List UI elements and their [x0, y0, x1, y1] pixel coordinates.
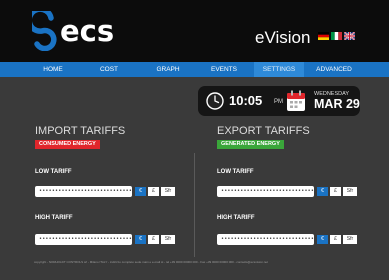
calendar-icon	[287, 90, 305, 111]
ecs-logo: ecs	[32, 11, 114, 51]
nav-advanced[interactable]: ADVANCED	[308, 62, 360, 77]
nav-graph[interactable]: GRAPH	[144, 62, 192, 77]
export-low-sfr-button[interactable]: Sfr	[343, 187, 357, 196]
import-low-tariff-label: LOW TARIFF	[35, 169, 72, 175]
export-low-pound-button[interactable]: £	[330, 187, 341, 196]
generated-energy-badge: GENERATED ENERGY	[217, 140, 284, 149]
import-high-pound-button[interactable]: £	[148, 235, 159, 244]
import-low-euro-button[interactable]: €	[135, 187, 146, 196]
clock-icon	[206, 92, 224, 110]
export-high-tariff-label: HIGH TARIFF	[217, 215, 255, 221]
product-name: eVision	[255, 28, 311, 47]
nav-settings[interactable]: SETTINGS	[254, 62, 304, 77]
language-selector	[318, 32, 355, 40]
import-high-sfr-button[interactable]: Sfr	[161, 235, 175, 244]
italian-flag-icon[interactable]	[331, 32, 342, 40]
british-flag-icon[interactable]	[344, 32, 355, 40]
import-high-euro-button[interactable]: €	[135, 235, 146, 244]
date-display: MAR 29	[314, 97, 360, 111]
export-tariffs-title: EXPORT TARIFFS	[217, 125, 310, 137]
export-high-pound-button[interactable]: £	[330, 235, 341, 244]
import-low-pound-button[interactable]: £	[148, 187, 159, 196]
logo-text: ecs	[60, 14, 115, 48]
import-low-tariff-input[interactable]: ••••••••••••••••••••••••••••••••	[35, 186, 132, 197]
export-low-euro-button[interactable]: €	[317, 187, 328, 196]
nav-home[interactable]: HOME	[30, 62, 76, 77]
footer-copyright: copyright - NORHOLDT CONTROLS srl - Mila…	[34, 260, 268, 264]
import-high-tariff-label: HIGH TARIFF	[35, 215, 73, 221]
export-high-sfr-button[interactable]: Sfr	[343, 235, 357, 244]
logo-s-icon	[32, 11, 57, 51]
import-low-sfr-button[interactable]: Sfr	[161, 187, 175, 196]
nav-cost[interactable]: COST	[88, 62, 130, 77]
datetime-widget: 10:05 PM WEDNESDAY MAR 29	[198, 86, 360, 116]
export-high-euro-button[interactable]: €	[317, 235, 328, 244]
import-high-tariff-input[interactable]: ••••••••••••••••••••••••••••••••	[35, 234, 132, 245]
export-low-tariff-input[interactable]: ••••••••••••••••••••••••••••••••	[217, 186, 314, 197]
app-header: ecs eVision	[0, 0, 389, 62]
consumed-energy-badge: CONSUMED ENERGY	[35, 140, 100, 149]
settings-page: ecs eVision HOME COST GRAPH EVENTS SETTI…	[0, 0, 389, 280]
section-divider	[194, 153, 195, 257]
export-high-tariff-input[interactable]: ••••••••••••••••••••••••••••••••	[217, 234, 314, 245]
main-nav: HOME COST GRAPH EVENTS SETTINGS ADVANCED	[0, 62, 389, 77]
ampm-display: PM	[274, 99, 283, 105]
time-display: 10:05	[229, 93, 263, 108]
german-flag-icon[interactable]	[318, 32, 329, 40]
import-tariffs-title: IMPORT TARIFFS	[35, 125, 126, 137]
export-low-tariff-label: LOW TARIFF	[217, 169, 254, 175]
nav-events[interactable]: EVENTS	[200, 62, 248, 77]
